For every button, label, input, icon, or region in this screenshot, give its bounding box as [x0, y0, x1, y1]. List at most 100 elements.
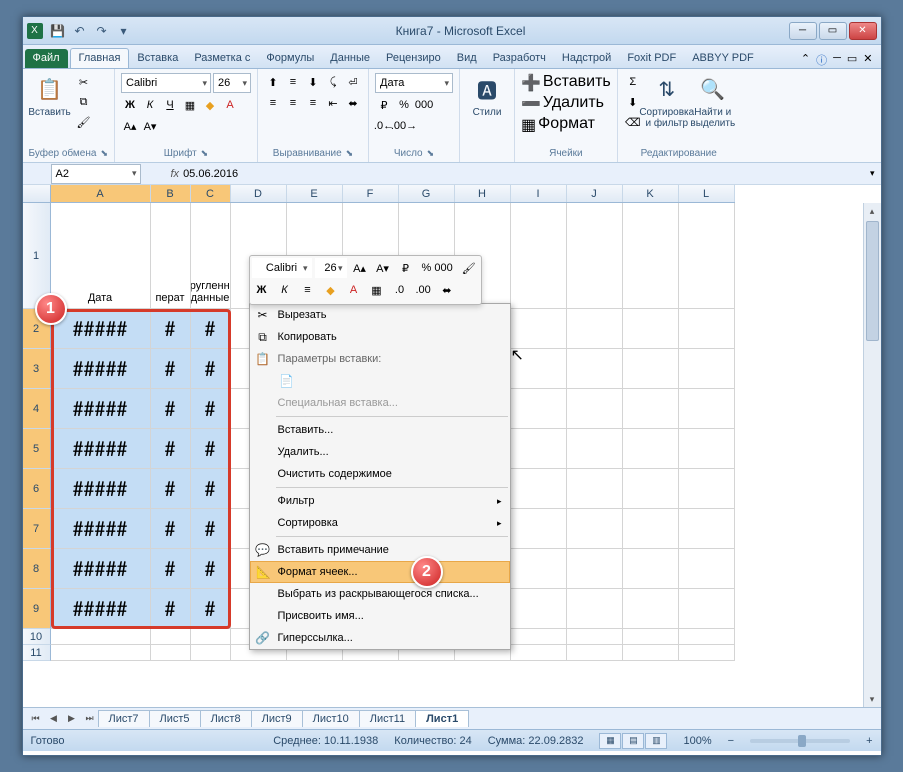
cell-I1[interactable]: [511, 203, 567, 309]
ctx-sort[interactable]: Сортировка▸: [250, 512, 510, 534]
cell-L4[interactable]: [679, 389, 735, 429]
merge-icon[interactable]: ⬌: [344, 94, 362, 112]
name-box[interactable]: A2: [51, 164, 141, 184]
mt-percent-icon[interactable]: % 000: [419, 258, 456, 278]
cell-J11[interactable]: [567, 645, 623, 661]
clipboard-launcher-icon[interactable]: ⬊: [100, 148, 108, 159]
cell-L5[interactable]: [679, 429, 735, 469]
cell-K3[interactable]: [623, 349, 679, 389]
cell-C7[interactable]: #: [191, 509, 231, 549]
view-normal-icon[interactable]: ▦: [599, 733, 621, 749]
font-combo[interactable]: Calibri: [121, 73, 211, 93]
cell-A11[interactable]: [51, 645, 151, 661]
col-header-J[interactable]: J: [567, 185, 623, 202]
cell-L8[interactable]: [679, 549, 735, 589]
tab-insert[interactable]: Вставка: [129, 49, 186, 68]
workbook-close-icon[interactable]: ✕: [863, 52, 872, 68]
cell-B9[interactable]: #: [151, 589, 191, 629]
copy-icon[interactable]: ⧉: [75, 93, 93, 111]
cell-I2[interactable]: [511, 309, 567, 349]
cell-B2[interactable]: #: [151, 309, 191, 349]
minimize-button[interactable]: ─: [789, 22, 817, 40]
cell-J9[interactable]: [567, 589, 623, 629]
cell-J7[interactable]: [567, 509, 623, 549]
cell-J10[interactable]: [567, 629, 623, 645]
cell-I8[interactable]: [511, 549, 567, 589]
cell-J1[interactable]: [567, 203, 623, 309]
ctx-filter[interactable]: Фильтр▸: [250, 490, 510, 512]
cell-I5[interactable]: [511, 429, 567, 469]
mt-shrink-icon[interactable]: A▾: [373, 258, 393, 278]
col-header-C[interactable]: C: [191, 185, 231, 202]
cell-L6[interactable]: [679, 469, 735, 509]
col-header-F[interactable]: F: [343, 185, 399, 202]
align-right-icon[interactable]: ≡: [304, 94, 322, 112]
mt-grow-icon[interactable]: A▴: [350, 258, 370, 278]
cell-K7[interactable]: [623, 509, 679, 549]
redo-icon[interactable]: ↷: [93, 22, 111, 40]
cell-K10[interactable]: [623, 629, 679, 645]
cell-K5[interactable]: [623, 429, 679, 469]
align-launcher-icon[interactable]: ⬊: [346, 148, 354, 159]
number-format-combo[interactable]: Дата: [375, 73, 453, 93]
tab-developer[interactable]: Разработч: [485, 49, 554, 68]
row-header-3[interactable]: 3: [23, 349, 51, 389]
cell-A3[interactable]: #####: [51, 349, 151, 389]
cell-B6[interactable]: #: [151, 469, 191, 509]
orientation-icon[interactable]: ⤹: [324, 73, 342, 91]
zoom-in-icon[interactable]: +: [866, 735, 872, 747]
mt-fontcolor-icon[interactable]: A: [344, 280, 364, 300]
comma-icon[interactable]: 000: [415, 96, 433, 114]
undo-icon[interactable]: ↶: [71, 22, 89, 40]
row-header-8[interactable]: 8: [23, 549, 51, 589]
col-header-H[interactable]: H: [455, 185, 511, 202]
styles-button[interactable]: 🅰 Стили: [466, 73, 508, 118]
fx-icon[interactable]: fx: [171, 168, 180, 180]
indent-dec-icon[interactable]: ⇤: [324, 94, 342, 112]
ctx-copy[interactable]: ⧉Копировать: [250, 326, 510, 348]
zoom-out-icon[interactable]: −: [728, 735, 734, 747]
cell-L3[interactable]: [679, 349, 735, 389]
help-icon[interactable]: ⓘ: [816, 52, 827, 68]
cell-C8[interactable]: #: [191, 549, 231, 589]
cell-J2[interactable]: [567, 309, 623, 349]
cell-A9[interactable]: #####: [51, 589, 151, 629]
minimize-ribbon-icon[interactable]: ⌃: [801, 52, 810, 68]
percent-icon[interactable]: %: [395, 96, 413, 114]
maximize-button[interactable]: ▭: [819, 22, 847, 40]
tab-abbyy[interactable]: ABBYY PDF: [684, 49, 762, 68]
cell-B5[interactable]: #: [151, 429, 191, 469]
zoom-label[interactable]: 100%: [683, 735, 711, 747]
decrease-decimal-icon[interactable]: .00→: [395, 117, 413, 135]
col-header-L[interactable]: L: [679, 185, 735, 202]
align-left-icon[interactable]: ≡: [264, 94, 282, 112]
cell-A4[interactable]: #####: [51, 389, 151, 429]
bold-icon[interactable]: Ж: [121, 96, 139, 114]
cell-I6[interactable]: [511, 469, 567, 509]
sheet-nav-prev-icon[interactable]: ◀: [45, 711, 63, 727]
format-painter-icon[interactable]: 🖌: [75, 113, 93, 131]
scroll-thumb[interactable]: [866, 221, 879, 341]
ctx-define-name[interactable]: Присвоить имя...: [250, 605, 510, 627]
align-bottom-icon[interactable]: ⬇: [304, 73, 322, 91]
view-pagelayout-icon[interactable]: ▤: [622, 733, 644, 749]
mt-italic-icon[interactable]: К: [275, 280, 295, 300]
save-icon[interactable]: 💾: [49, 22, 67, 40]
ctx-clear[interactable]: Очистить содержимое: [250, 463, 510, 485]
ctx-hyperlink[interactable]: 🔗Гиперссылка...: [250, 627, 510, 649]
cell-C4[interactable]: #: [191, 389, 231, 429]
cell-A6[interactable]: #####: [51, 469, 151, 509]
row-header-4[interactable]: 4: [23, 389, 51, 429]
cell-A1[interactable]: Дата: [51, 203, 151, 309]
cell-K4[interactable]: [623, 389, 679, 429]
col-header-B[interactable]: B: [151, 185, 191, 202]
cell-B7[interactable]: #: [151, 509, 191, 549]
sheet-tab[interactable]: Лист5: [149, 710, 201, 727]
col-header-I[interactable]: I: [511, 185, 567, 202]
scroll-up-icon[interactable]: ▴: [864, 203, 881, 219]
sheet-tab-active[interactable]: Лист1: [415, 710, 469, 727]
mt-font-combo[interactable]: Calibri: [252, 258, 312, 278]
mt-decdec-icon[interactable]: .00: [413, 280, 434, 300]
cell-K1[interactable]: [623, 203, 679, 309]
sheet-tab[interactable]: Лист11: [359, 710, 416, 727]
